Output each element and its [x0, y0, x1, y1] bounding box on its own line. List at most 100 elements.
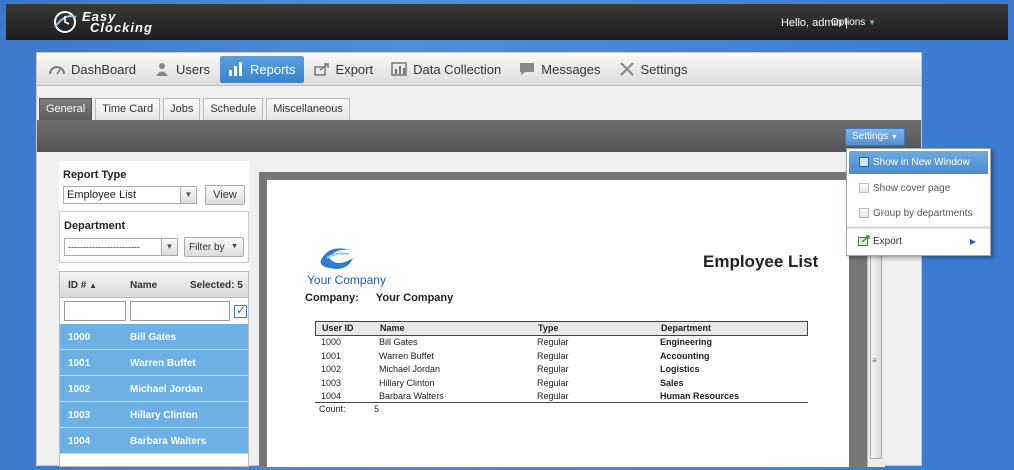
nav-messages[interactable]: Messages: [511, 56, 608, 83]
view-button[interactable]: View: [205, 185, 245, 205]
report-row: 1001 Warren Buffet Regular Accounting: [315, 350, 808, 364]
report-type-select[interactable]: Employee List ▼: [63, 186, 197, 204]
selected-count: Selected: 5: [190, 280, 243, 291]
cell: 1000: [321, 337, 342, 347]
menu-item-label: Group by departments: [873, 208, 973, 219]
app-logo[interactable]: Easy Clocking: [52, 8, 153, 36]
main-nav: DashBoard Users Reports Export Data Coll…: [37, 53, 921, 86]
table-row[interactable]: 1000 Bill Gates: [60, 324, 248, 350]
nav-settings[interactable]: Settings: [611, 56, 696, 83]
company-value: Your Company: [375, 292, 454, 304]
tab-schedule[interactable]: Schedule: [203, 98, 264, 120]
filter-by-label: Filter by: [189, 242, 225, 253]
cell: Engineering: [660, 337, 713, 347]
department-select[interactable]: ------------------------ ▼: [64, 238, 178, 256]
nav-data-collection[interactable]: Data Collection: [383, 56, 509, 83]
report-row: 1003 Hillary Clinton Regular Sales: [315, 377, 808, 391]
app-container: DashBoard Users Reports Export Data Coll…: [36, 52, 922, 467]
settings-label: Settings: [852, 131, 889, 142]
row-id: 1004: [68, 436, 91, 447]
report-preview: Your Company Employee List Company: Your…: [259, 172, 885, 467]
bar-chart-icon: [229, 62, 242, 76]
report-tabs: General Time Card Jobs Schedule Miscella…: [37, 98, 353, 120]
row-name: Hillary Clinton: [130, 410, 198, 421]
table-row[interactable]: 1003 Hillary Clinton: [60, 402, 248, 428]
dashboard-icon: [49, 66, 65, 75]
report-row: 1002 Michael Jordan Regular Logistics: [315, 363, 808, 377]
chevron-down-icon: ▼: [890, 134, 898, 141]
menu-item-export[interactable]: Export ▶: [847, 226, 990, 251]
grip-icon: ≡: [872, 356, 877, 365]
nav-label: Export: [335, 61, 374, 77]
select-all-checkbox[interactable]: [234, 303, 247, 318]
department-value: ------------------------: [68, 242, 140, 252]
cell: Regular: [537, 337, 569, 347]
table-row[interactable]: 1002 Michael Jordan: [60, 376, 248, 402]
filter-by-button[interactable]: Filter by ▼: [184, 237, 244, 257]
cell: Logistics: [660, 364, 700, 374]
cell: Accounting: [660, 350, 710, 361]
row-name: Warren Buffet: [130, 358, 196, 369]
column-name-header[interactable]: Name: [130, 280, 157, 291]
tab-jobs[interactable]: Jobs: [163, 98, 201, 120]
name-filter-input[interactable]: [130, 301, 230, 321]
chevron-down-icon: ▼: [868, 18, 876, 27]
cell: Regular: [537, 350, 569, 361]
cell: Regular: [537, 391, 569, 401]
menu-item-label: Show in New Window: [873, 157, 970, 168]
report-options-panel: Report Type Employee List ▼ View Departm…: [59, 161, 249, 467]
report-type-value: Employee List: [67, 189, 137, 201]
table-divider: [315, 402, 808, 403]
menu-item-label: Show cover page: [873, 183, 951, 194]
employee-grid: ID # ▲ Name Selected: 5 1000 Bill Gates …: [59, 271, 249, 467]
row-id: 1000: [68, 332, 91, 343]
cell: Regular: [537, 377, 569, 388]
nav-label: Data Collection: [413, 61, 502, 77]
nav-dashboard[interactable]: DashBoard: [41, 56, 144, 83]
nav-users[interactable]: Users: [146, 56, 218, 83]
top-bar: Easy Clocking Hello, admin | Options ▼: [6, 4, 1008, 40]
cell: Warren Buffet: [379, 350, 435, 361]
export-icon: [858, 235, 870, 246]
checkbox-icon: [859, 157, 869, 167]
cell: 1001: [321, 350, 342, 361]
company-logo-icon: [320, 248, 353, 269]
grid-header: ID # ▲ Name Selected: 5: [60, 272, 248, 298]
options-menu[interactable]: Options ▼: [831, 17, 876, 28]
table-row[interactable]: 1004 Barbara Walters: [60, 428, 248, 454]
nav-reports[interactable]: Reports: [220, 55, 304, 83]
nav-label: Settings: [640, 61, 688, 77]
report-page: Your Company Employee List Company: Your…: [267, 180, 849, 467]
cell: Human Resources: [660, 391, 740, 401]
cell: Sales: [660, 377, 684, 388]
department-box: Department ------------------------ ▼ Fi…: [59, 211, 249, 263]
data-collection-icon: [391, 62, 407, 76]
menu-item-show-cover-page[interactable]: Show cover page: [847, 176, 990, 201]
nav-label: Messages: [541, 61, 601, 77]
menu-item-group-by-departments[interactable]: Group by departments: [847, 201, 990, 226]
nav-export[interactable]: Export: [306, 56, 382, 83]
row-id: 1003: [68, 410, 91, 421]
chevron-down-icon: ▼: [180, 187, 196, 203]
tab-miscellaneous[interactable]: Miscellaneous: [266, 98, 350, 120]
menu-item-show-new-window[interactable]: Show in New Window: [849, 151, 988, 174]
tab-general[interactable]: General: [39, 98, 93, 120]
tab-time-card[interactable]: Time Card: [95, 98, 161, 120]
column-header: Type: [538, 323, 559, 333]
cell: Barbara Walters: [379, 391, 444, 401]
column-id-header[interactable]: ID # ▲: [68, 280, 97, 291]
user-icon: [156, 63, 169, 76]
checkbox-icon: [859, 183, 869, 193]
settings-dropdown-button[interactable]: Settings ▼: [845, 128, 905, 146]
department-label: Department: [64, 220, 126, 232]
count-label: Count:: [319, 404, 346, 414]
menu-item-label: Export: [873, 236, 902, 247]
message-icon: [520, 63, 535, 75]
export-icon: [313, 63, 329, 76]
cell: 1002: [321, 364, 342, 374]
table-row[interactable]: 1001 Warren Buffet: [60, 350, 248, 376]
cell: Bill Gates: [379, 337, 418, 347]
id-filter-input[interactable]: [64, 301, 126, 321]
column-header: Name: [380, 323, 405, 333]
report-row: 1000 Bill Gates Regular Engineering: [315, 336, 808, 350]
